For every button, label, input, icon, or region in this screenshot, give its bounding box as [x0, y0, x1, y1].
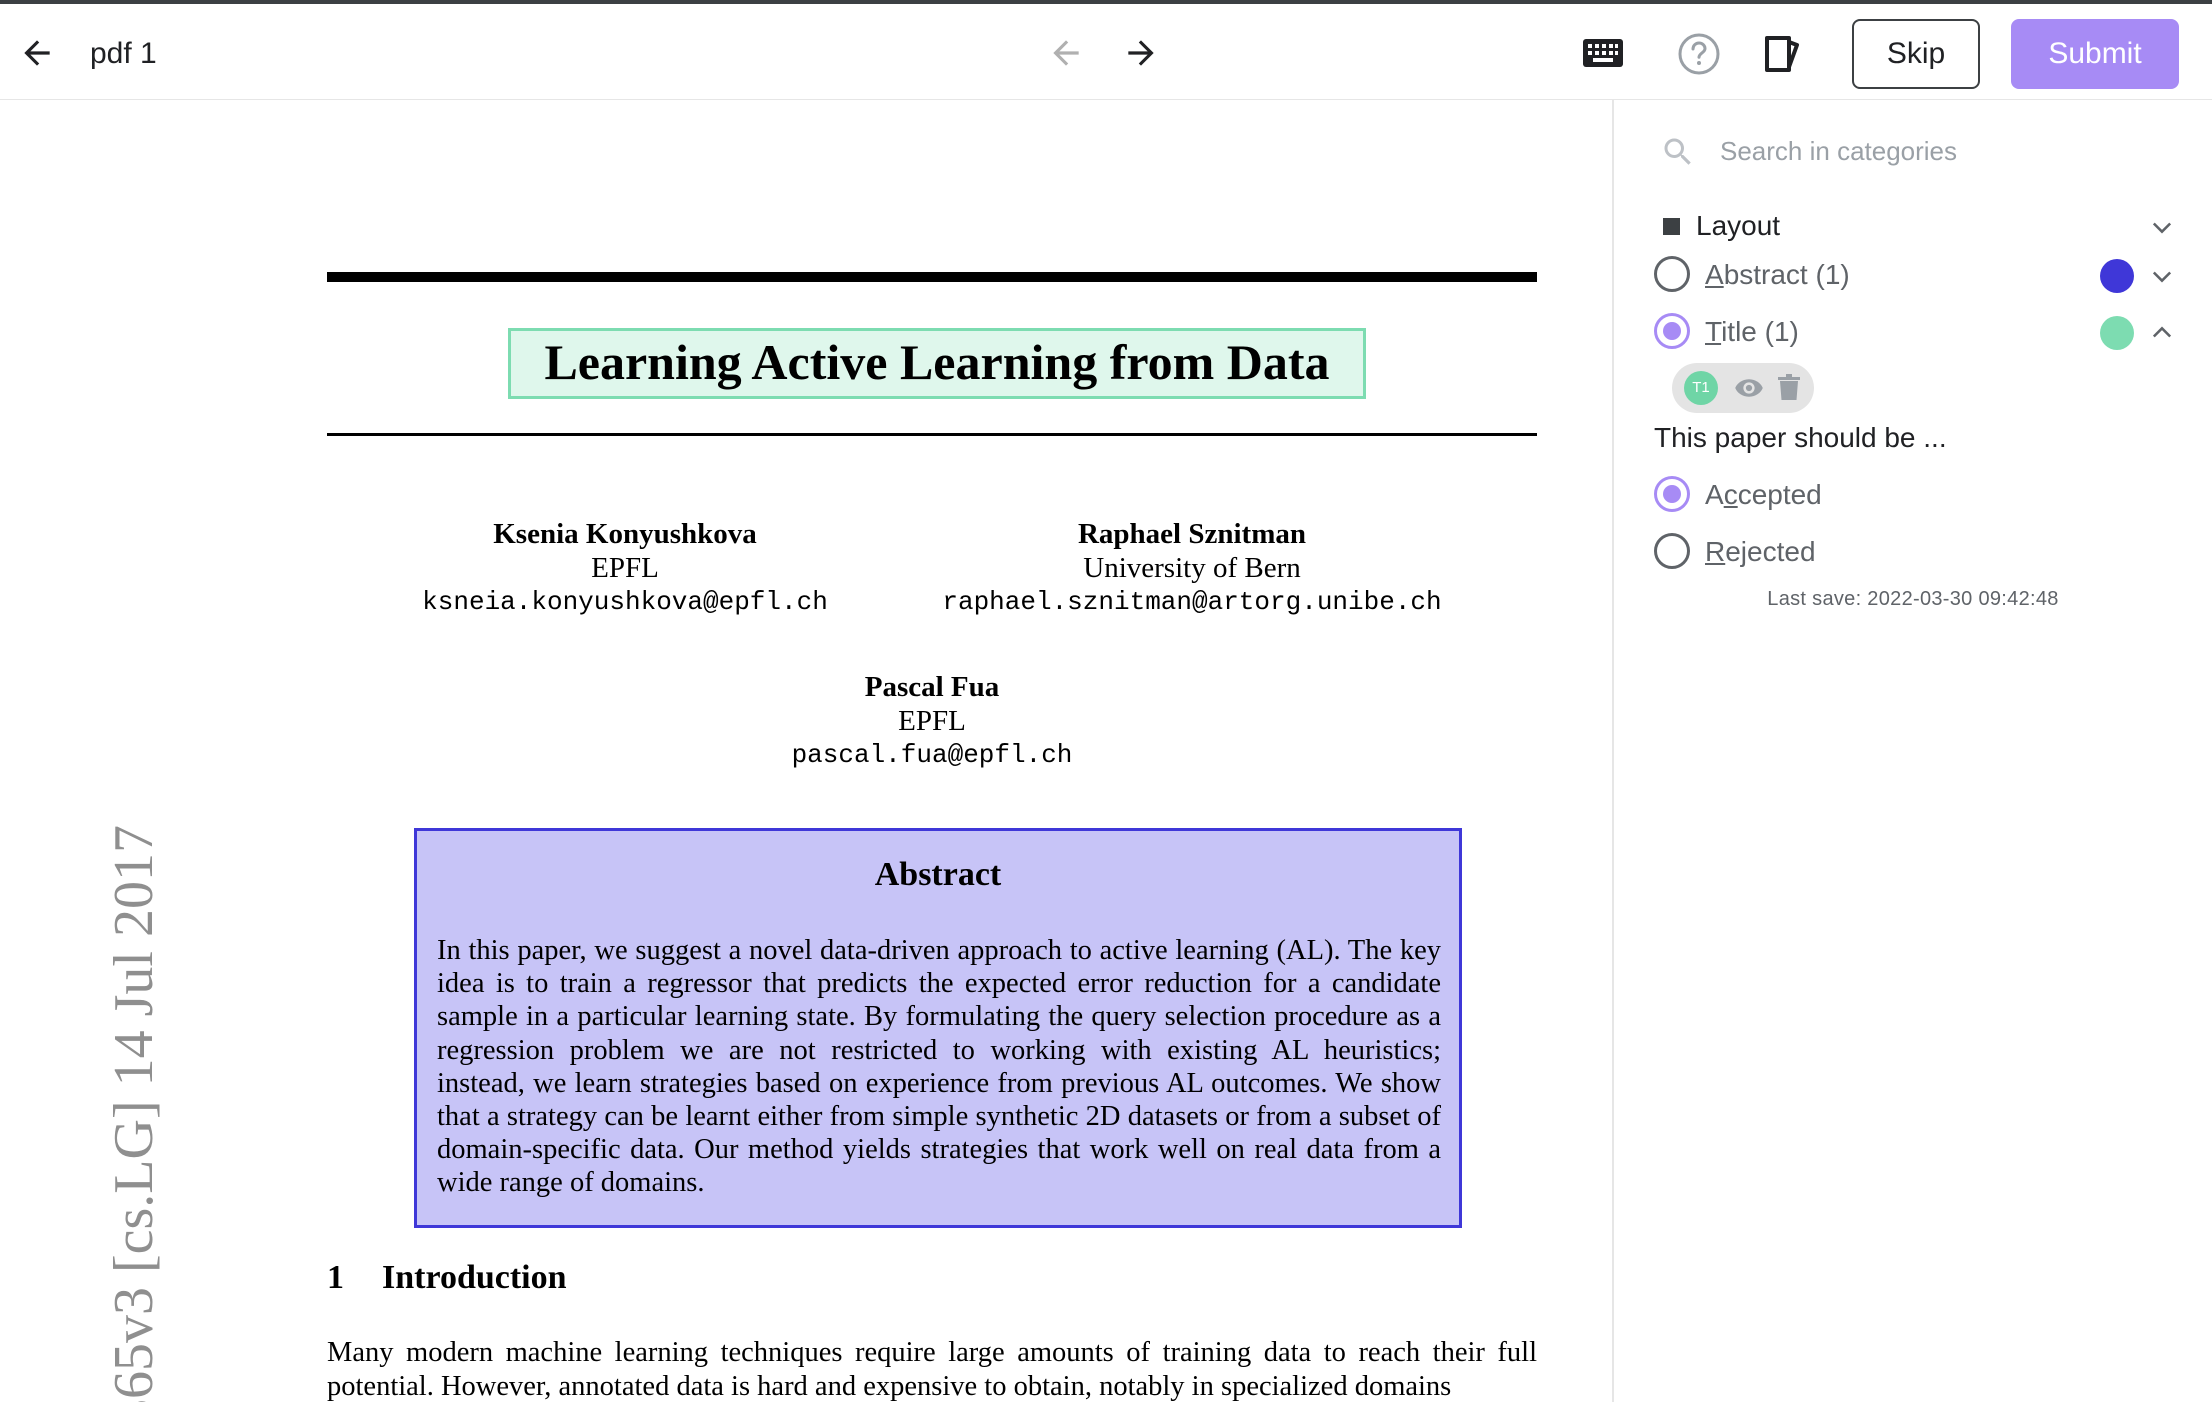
author-block: Pascal Fua EPFL pascal.fua@epfl.ch: [720, 670, 1144, 772]
next-item-arrow-icon[interactable]: [1122, 34, 1160, 72]
category-group-layout[interactable]: Layout: [1654, 204, 2194, 248]
author-affiliation: EPFL: [898, 705, 966, 737]
abstract-annotation-box[interactable]: Abstract In this paper, we suggest a nov…: [414, 828, 1462, 1228]
submit-button[interactable]: Submit: [2011, 19, 2179, 89]
paper-title: Learning Active Learning from Data: [544, 334, 1330, 390]
panel-view-icon[interactable]: [1762, 32, 1802, 76]
author-email: ksneia.konyushkova@epfl.ch: [422, 587, 828, 617]
author-email: raphael.sznitman@artorg.unibe.ch: [942, 587, 1442, 617]
chevron-down-icon[interactable]: [2148, 213, 2176, 241]
abstract-text: In this paper, we suggest a novel data-d…: [437, 935, 1441, 1199]
author-name: Raphael Sznitman: [1077, 518, 1306, 550]
answer-label: Rejected: [1705, 536, 1816, 567]
answer-accepted[interactable]: Accepted: [1654, 472, 2054, 518]
category-color-dot: [2100, 259, 2134, 293]
skip-button[interactable]: Skip: [1852, 19, 1980, 89]
category-color-dot: [2100, 316, 2134, 350]
abstract-heading: Abstract: [874, 856, 1002, 893]
category-group-label: Layout: [1696, 210, 1781, 241]
author-affiliation: University of Bern: [1083, 552, 1301, 584]
trash-icon[interactable]: [1778, 374, 1800, 402]
category-label: Title (1): [1705, 316, 1799, 347]
category-search-input[interactable]: [1706, 126, 2146, 176]
layout-square-icon: [1663, 218, 1680, 235]
section-number: 1: [327, 1259, 344, 1296]
intro-paragraph: Many modern machine learning techniques …: [327, 1337, 1537, 1402]
answer-radio[interactable]: [1654, 476, 1690, 512]
help-circle-icon[interactable]: [1677, 32, 1721, 76]
category-abstract[interactable]: Abstract (1): [1654, 252, 2194, 298]
instance-avatar: T1: [1684, 371, 1718, 405]
chevron-up-icon[interactable]: [2148, 319, 2176, 347]
author-affiliation: EPFL: [591, 552, 659, 584]
document-name: pdf 1: [90, 37, 157, 70]
author-email: pascal.fua@epfl.ch: [791, 740, 1073, 770]
author-block: Raphael Sznitman University of Bern raph…: [922, 517, 1462, 619]
category-radio[interactable]: [1654, 256, 1690, 292]
chevron-down-icon[interactable]: [2148, 262, 2176, 290]
keyboard-shortcuts-icon[interactable]: [1582, 36, 1624, 70]
category-radio[interactable]: [1654, 313, 1690, 349]
title-top-rule: [327, 272, 1537, 282]
previous-item-arrow-icon[interactable]: [1047, 34, 1085, 72]
section-title: Introduction: [382, 1259, 567, 1296]
search-icon: [1664, 138, 1691, 165]
author-block: Ksenia Konyushkova EPFL ksneia.konyushko…: [390, 517, 860, 619]
category-label: Abstract (1): [1705, 259, 1850, 290]
answer-label: Accepted: [1705, 479, 1822, 510]
title-annotation-box[interactable]: Learning Active Learning from Data: [508, 328, 1366, 399]
back-arrow-icon[interactable]: [18, 34, 56, 72]
author-name: Ksenia Konyushkova: [493, 518, 757, 550]
last-save-status: Last save: 2022-03-30 09:42:48: [1767, 588, 2059, 610]
section-heading: 1 Introduction: [327, 1258, 567, 1298]
eye-icon[interactable]: [1734, 376, 1764, 400]
answer-rejected[interactable]: Rejected: [1654, 529, 2054, 575]
title-bottom-rule: [327, 433, 1537, 436]
categories-panel: Layout Abstract (1) Title (1) T1 This pa…: [1614, 100, 2212, 1402]
arxiv-stamp: 3365v3 [cs.LG] 14 Jul 2017: [103, 825, 165, 1402]
pdf-viewer[interactable]: 3365v3 [cs.LG] 14 Jul 2017 Learning Acti…: [0, 100, 1612, 1402]
author-name: Pascal Fua: [864, 671, 1000, 703]
answer-radio[interactable]: [1654, 533, 1690, 569]
annotation-instance-chip[interactable]: T1: [1672, 363, 1814, 413]
category-title[interactable]: Title (1): [1654, 309, 2194, 355]
question-text: This paper should be ...: [1654, 422, 1947, 453]
top-toolbar: pdf 1 Skip Submit: [0, 0, 2212, 100]
